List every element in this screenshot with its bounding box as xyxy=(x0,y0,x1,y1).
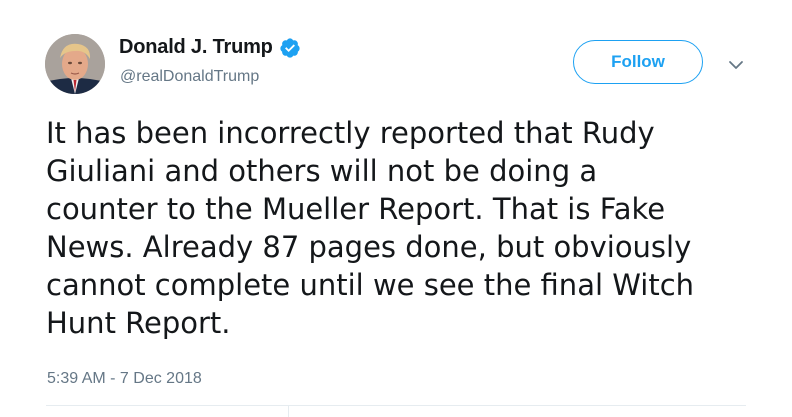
tweet-card: Donald J. Trump @realDonaldTrump Follow … xyxy=(0,0,792,417)
divider xyxy=(46,405,746,406)
tweet-text: It has been incorrectly reported that Ru… xyxy=(46,116,695,340)
avatar[interactable] xyxy=(45,34,105,94)
tweet-timestamp[interactable]: 5:39 AM - 7 Dec 2018 xyxy=(47,370,202,388)
verified-badge-icon xyxy=(279,37,301,59)
divider-tick xyxy=(288,405,289,417)
user-handle[interactable]: @realDonaldTrump xyxy=(120,68,259,86)
chevron-down-icon[interactable] xyxy=(726,55,746,75)
follow-button[interactable]: Follow xyxy=(573,40,703,84)
profile-photo-icon xyxy=(45,34,105,94)
display-name[interactable]: Donald J. Trump xyxy=(119,36,273,59)
user-name-row[interactable]: Donald J. Trump xyxy=(119,36,301,59)
